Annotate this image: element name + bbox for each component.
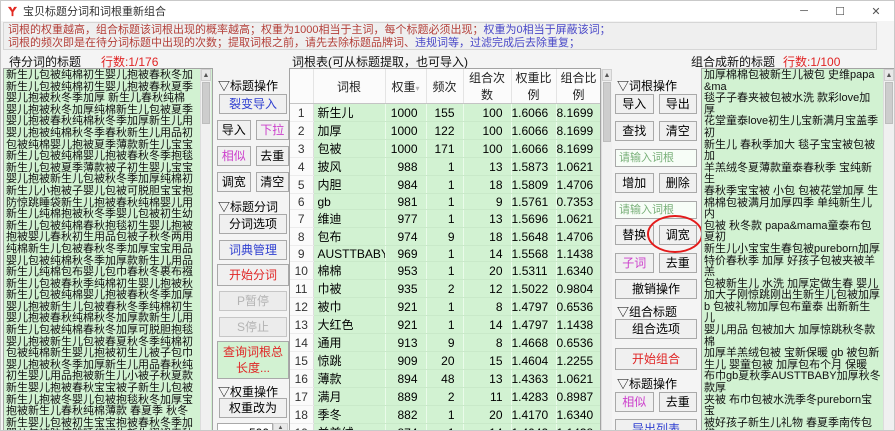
col-wratio[interactable]: 权重比例	[511, 69, 557, 104]
table-row[interactable]: 18 季冬 882 1 20 1.4170 1.6340	[290, 405, 600, 424]
col-weight[interactable]: 权重▾	[385, 69, 427, 104]
table-row[interactable]: 17 满月 889 2 11 1.4283 0.8987	[290, 387, 600, 406]
scroll-up-icon[interactable]: ▲	[884, 69, 894, 81]
export-roots-button[interactable]: 导出	[658, 94, 697, 114]
table-row[interactable]: 7 维迪 977 1 13 1.5696 1.0621	[290, 209, 600, 228]
col-word[interactable]: 词根	[313, 69, 386, 104]
pause-button[interactable]: P暂停	[219, 291, 287, 311]
table-scrollbar[interactable]: ▲	[601, 69, 612, 430]
minimize-button[interactable]: ─	[786, 1, 822, 21]
titles-to-split-textarea[interactable]: 新生儿包被纯棉初生婴儿抱被春秋冬加 新生儿包被纯棉初生婴儿抱被春秋夏季 婴儿抱被…	[3, 68, 213, 430]
weight-value[interactable]: 500	[217, 423, 273, 430]
section-split: ▽标题分词	[218, 200, 279, 214]
table-row[interactable]: 4 披风 988 1 13 1.5873 1.0621	[290, 157, 600, 176]
table-row[interactable]: 1 新生儿 1000 155 100 1.6066 8.1699	[290, 103, 600, 122]
app-window: 宝贝标题分词和词根重新组合 ─ ☐ ✕ 词根的权重越高，组合标题该词根出现的概率…	[0, 0, 895, 431]
right-scrollbar[interactable]: ▲	[883, 69, 894, 430]
section-combine: ▽组合标题	[617, 305, 678, 319]
scroll-thumb[interactable]	[603, 82, 611, 142]
add-root-button[interactable]: 增加	[615, 173, 654, 193]
root-input-2[interactable]	[615, 201, 697, 219]
delete-root-button[interactable]: 删除	[658, 173, 697, 193]
notice-line1: 词根的权重越高，组合标题该词根出现的概率越高；权重为1000相当于主词，每个标题…	[8, 24, 611, 36]
root-input[interactable]	[615, 149, 697, 167]
table-row[interactable]: 5 内胆 984 1 18 1.5809 1.4706	[290, 175, 600, 194]
table-row[interactable]: 19 羊羔绒 874 1 14 1.4042 1.1438	[290, 423, 600, 430]
stop-button[interactable]: S停止	[219, 317, 287, 337]
spinner-up-icon[interactable]: ▲	[273, 423, 288, 430]
close-button[interactable]: ✕	[858, 1, 894, 21]
window-title: 宝贝标题分词和词根重新组合	[23, 6, 166, 18]
col-cratio[interactable]: 组合比例	[556, 69, 600, 104]
left-scrollbar[interactable]: ▲	[200, 69, 211, 430]
widen-roots-button[interactable]: 调宽	[658, 225, 697, 245]
scroll-thumb[interactable]	[202, 82, 210, 124]
clear-titles-button[interactable]: 清空	[255, 172, 289, 192]
dict-manage-button[interactable]: 词典管理	[219, 240, 287, 260]
col-combo[interactable]: 组合次数	[463, 69, 512, 104]
dedupe-button[interactable]: 去重	[255, 146, 289, 166]
section-root-ops: ▽词根操作	[617, 79, 678, 93]
title-bar: 宝贝标题分词和词根重新组合 ─ ☐ ✕	[1, 1, 894, 21]
combined-titles-textarea[interactable]: 加厚棉棉包被新生儿被包 史维papa&ma 毯子子春夹被包被水洗 款彩love加…	[701, 68, 894, 430]
notice-line2: 词根的频次即是在待分词标题中出现的次数；提取词根之前，请先去除标题品牌词、违规词…	[8, 37, 580, 49]
import-roots-button[interactable]: 导入	[615, 94, 654, 114]
export-list-button[interactable]: 导出列表	[615, 419, 697, 430]
find-root-button[interactable]: 查找	[615, 121, 654, 141]
col-freq[interactable]: 频次	[426, 69, 464, 104]
root-table: 词根 权重▾ 频次 组合次数 权重比例 组合比例 1 新生儿 1000 155	[289, 68, 601, 430]
split-options-button[interactable]: 分词选项	[219, 214, 287, 234]
subword-button[interactable]: 子词	[615, 253, 654, 273]
table-row[interactable]: 3 包被 1000 171 100 1.6066 8.1699	[290, 139, 600, 158]
similar-new-button[interactable]: 相似	[615, 392, 654, 412]
import-titles-button[interactable]: 导入	[217, 120, 251, 140]
replace-button[interactable]: 替换	[615, 225, 654, 245]
weight-spinner[interactable]: 500 ▲▼	[217, 423, 289, 430]
clear-roots-button[interactable]: 清空	[658, 121, 697, 141]
table-row[interactable]: 2 加厚 1000 122 100 1.6066 8.1699	[290, 121, 600, 140]
table-row[interactable]: 8 包布 974 9 18 1.5648 1.4706	[290, 227, 600, 246]
start-combine-button[interactable]: 开始组合	[615, 348, 697, 370]
fission-import-button[interactable]: 裂变导入	[219, 94, 287, 114]
table-header-row: 词根 权重▾ 频次 组合次数 权重比例 组合比例	[290, 69, 600, 104]
widen-button[interactable]: 调宽	[217, 172, 251, 192]
maximize-button[interactable]: ☐	[822, 1, 858, 21]
table-row[interactable]: 15 惊跳 909 20 15 1.4604 1.2255	[290, 351, 600, 370]
query-root-length-button[interactable]: 查询词根总长度...	[217, 341, 289, 379]
table-row[interactable]: 16 薄款 894 48 13 1.4363 1.0621	[290, 369, 600, 388]
dedupe-new-button[interactable]: 去重	[658, 392, 697, 412]
table-row[interactable]: 6 gb 981 1 9 1.5761 0.7353	[290, 193, 600, 210]
table-row[interactable]: 9 AUSTTBABY 969 1 14 1.5568 1.1438	[290, 245, 600, 262]
notice-box: 词根的权重越高，组合标题该词根出现的概率越高；权重为1000相当于主词，每个标题…	[3, 22, 877, 50]
table-row[interactable]: 14 通用 913 9 8 1.4668 0.6536	[290, 333, 600, 352]
start-split-button[interactable]: 开始分词	[217, 264, 289, 286]
similar-button[interactable]: 相似	[217, 146, 251, 166]
dedupe-roots-button[interactable]: 去重	[658, 253, 697, 273]
combine-options-button[interactable]: 组合选项	[615, 319, 697, 339]
undo-button[interactable]: 撤销操作	[615, 279, 697, 299]
scroll-up-icon[interactable]: ▲	[602, 69, 612, 81]
sort-icon: ▾	[415, 83, 420, 93]
scroll-thumb[interactable]	[885, 82, 893, 124]
table-row[interactable]: 10 棉棉 953 1 20 1.5311 1.6340	[290, 261, 600, 280]
section-title-ops: ▽标题操作	[218, 79, 279, 93]
scroll-up-icon[interactable]: ▲	[201, 69, 211, 81]
table-row[interactable]: 13 大红色 921 1 14 1.4797 1.1438	[290, 315, 600, 334]
weight-set-button[interactable]: 权重改为	[219, 398, 287, 418]
table-row[interactable]: 11 巾被 935 2 12 1.5022 0.9804	[290, 279, 600, 298]
dropdown-button[interactable]: 下拉	[255, 120, 289, 140]
section-title-ops-right: ▽标题操作	[617, 377, 678, 391]
app-logo-icon	[7, 6, 18, 17]
col-index	[290, 69, 314, 104]
table-row[interactable]: 12 被巾 921 1 8 1.4797 0.6536	[290, 297, 600, 316]
